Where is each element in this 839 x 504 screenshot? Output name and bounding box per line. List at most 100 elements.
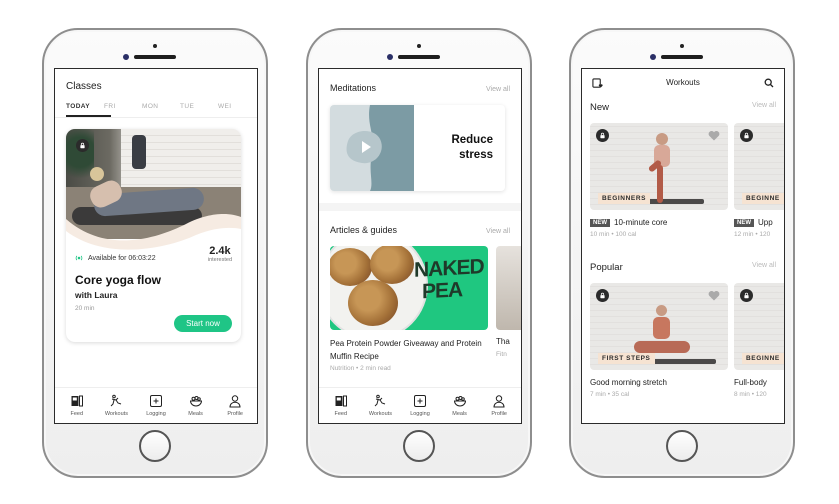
meditation-card[interactable]: Reduce stress bbox=[330, 105, 505, 191]
article-meta-2: Fitn bbox=[496, 351, 507, 358]
article-image[interactable]: NAKED PEA bbox=[330, 246, 488, 330]
workout-card[interactable]: FIRST STEPS bbox=[590, 283, 728, 370]
interest-count: 2.4k interested bbox=[208, 245, 232, 263]
meals-icon bbox=[453, 396, 466, 407]
tab-today[interactable]: TODAY bbox=[66, 103, 104, 110]
level-tag: BEGINNE bbox=[742, 193, 784, 204]
home-button[interactable] bbox=[666, 430, 698, 462]
tab-profile[interactable]: Profile bbox=[480, 394, 518, 417]
workout-meta: 8 min • 120 bbox=[734, 391, 767, 398]
workout-title[interactable]: NEW 10-minute core bbox=[590, 218, 667, 227]
meals-icon bbox=[189, 396, 202, 407]
availability-text: Available for 06:03:22 bbox=[88, 254, 156, 262]
section-title: Popular bbox=[590, 262, 623, 273]
workout-name: Full-body bbox=[734, 378, 767, 387]
tab-feed[interactable]: Feed bbox=[58, 394, 96, 417]
tab-meals[interactable]: Meals bbox=[441, 394, 479, 417]
meditation-title: Reduce stress bbox=[451, 133, 493, 163]
tab-label: Profile bbox=[227, 411, 243, 417]
workouts-screen: Workouts New View all BEGINNERS BEGINNE bbox=[581, 68, 785, 424]
workout-title[interactable]: Good morning stretch bbox=[590, 378, 667, 387]
live-icon bbox=[75, 255, 83, 261]
logging-icon bbox=[149, 395, 162, 407]
tab-feed[interactable]: Feed bbox=[322, 394, 360, 417]
class-card[interactable]: Available for 06:03:22 2.4k interested C… bbox=[66, 129, 241, 342]
workout-title[interactable]: Full-body bbox=[734, 378, 767, 387]
workout-card[interactable]: BEGINNE bbox=[734, 283, 784, 370]
interested-number: 2.4k bbox=[209, 245, 231, 257]
earpiece-speaker bbox=[661, 55, 703, 59]
tab-label: Profile bbox=[491, 411, 507, 417]
tab-logging[interactable]: Logging bbox=[401, 394, 439, 417]
feed-icon bbox=[335, 395, 347, 407]
product-label-line2: PEA bbox=[422, 278, 463, 304]
proximity-sensor bbox=[680, 44, 684, 48]
tab-label: Meals bbox=[452, 411, 467, 417]
profile-icon bbox=[493, 395, 505, 408]
bottom-tab-bar: Feed Workouts Logging Meals Profile bbox=[319, 387, 521, 423]
earpiece-speaker bbox=[134, 55, 176, 59]
article-meta: Nutrition • 2 min read bbox=[330, 365, 391, 372]
tab-workouts[interactable]: Workouts bbox=[361, 394, 399, 417]
proximity-sensor bbox=[417, 44, 421, 48]
heart-icon[interactable] bbox=[708, 290, 720, 301]
search-icon[interactable] bbox=[764, 78, 774, 88]
class-title: Core yoga flow bbox=[75, 273, 162, 287]
home-button[interactable] bbox=[139, 430, 171, 462]
meditation-title-line2: stress bbox=[459, 149, 493, 161]
feed-screen: Meditations View all Reduce stress Artic… bbox=[318, 68, 522, 424]
tab-tue[interactable]: TUE bbox=[180, 103, 218, 110]
phone-classes: Classes TODAY FRI MON TUE WEI Available … bbox=[42, 28, 268, 478]
new-badge: NEW bbox=[734, 218, 754, 227]
tab-label: Feed bbox=[334, 411, 348, 417]
phone-feed: Meditations View all Reduce stress Artic… bbox=[306, 28, 532, 478]
divider bbox=[55, 117, 257, 118]
workout-card[interactable]: BEGINNE bbox=[734, 123, 784, 210]
tab-meals[interactable]: Meals bbox=[177, 394, 215, 417]
section-title: Meditations bbox=[330, 83, 377, 93]
tab-wed[interactable]: WEI bbox=[218, 103, 256, 110]
workout-name: Upp bbox=[758, 218, 773, 227]
favorites-icon[interactable] bbox=[592, 78, 603, 89]
section-divider bbox=[319, 203, 521, 211]
heart-icon[interactable] bbox=[708, 130, 720, 141]
section-title: Articles & guides bbox=[330, 225, 398, 235]
level-tag: BEGINNERS bbox=[598, 193, 651, 204]
home-button[interactable] bbox=[403, 430, 435, 462]
workout-card[interactable]: BEGINNERS bbox=[590, 123, 728, 210]
level-tag: BEGINNE bbox=[742, 353, 784, 364]
lock-icon bbox=[740, 129, 753, 142]
day-tabs: TODAY FRI MON TUE WEI bbox=[66, 103, 257, 110]
new-badge: NEW bbox=[590, 218, 610, 227]
page-title: Workouts bbox=[666, 77, 700, 87]
front-camera bbox=[650, 54, 656, 60]
top-bar: Workouts bbox=[582, 69, 784, 95]
view-all-link[interactable]: View all bbox=[752, 262, 776, 273]
earpiece-speaker bbox=[398, 55, 440, 59]
view-all-link[interactable]: View all bbox=[752, 102, 776, 113]
tab-fri[interactable]: FRI bbox=[104, 103, 142, 110]
tab-profile[interactable]: Profile bbox=[216, 394, 254, 417]
interested-label: interested bbox=[207, 257, 232, 263]
start-now-button[interactable]: Start now bbox=[174, 315, 232, 332]
workout-meta: 10 min • 100 cal bbox=[590, 231, 637, 238]
availability-status: Available for 06:03:22 bbox=[75, 254, 156, 262]
article-image-2[interactable] bbox=[496, 246, 521, 330]
lock-icon bbox=[740, 289, 753, 302]
article-title[interactable]: Pea Protein Powder Giveaway and Protein … bbox=[330, 337, 500, 363]
view-all-link[interactable]: View all bbox=[486, 228, 510, 235]
meditation-artwork bbox=[330, 105, 414, 191]
workout-title[interactable]: NEW Upp bbox=[734, 218, 773, 227]
view-all-link[interactable]: View all bbox=[486, 86, 510, 93]
lock-icon bbox=[596, 129, 609, 142]
tab-mon[interactable]: MON bbox=[142, 103, 180, 110]
workout-meta: 7 min • 35 cal bbox=[590, 391, 630, 398]
front-camera bbox=[387, 54, 393, 60]
feed-icon bbox=[71, 395, 83, 407]
article-title-2[interactable]: Tha bbox=[496, 337, 510, 346]
product-label: NAKED PEA bbox=[414, 255, 484, 304]
tab-workouts[interactable]: Workouts bbox=[97, 394, 135, 417]
profile-icon bbox=[229, 395, 241, 408]
section-title: New bbox=[590, 102, 610, 113]
tab-logging[interactable]: Logging bbox=[137, 394, 175, 417]
